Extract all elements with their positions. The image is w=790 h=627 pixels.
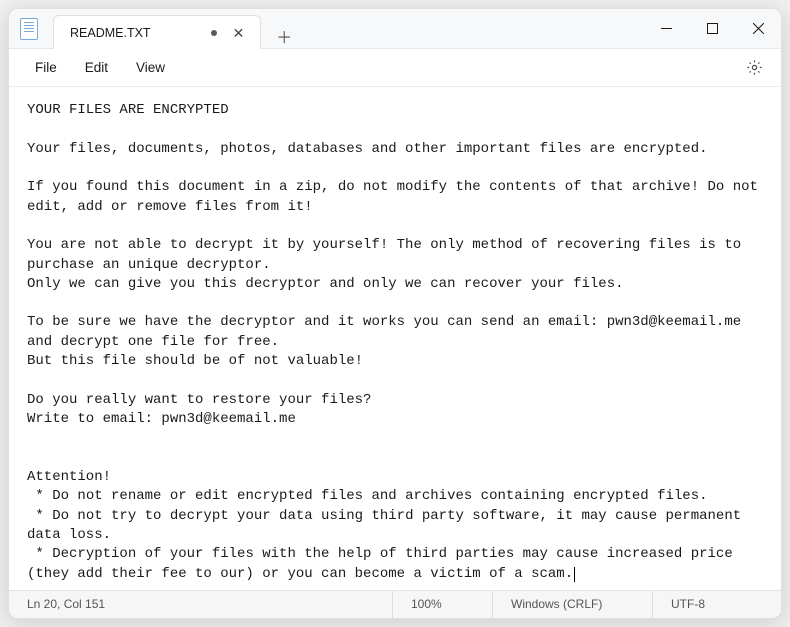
menu-file[interactable]: File [21, 54, 71, 81]
close-button[interactable] [735, 9, 781, 48]
text-editor[interactable]: YOUR FILES ARE ENCRYPTED Your files, doc… [9, 87, 781, 590]
title-bar: README.TXT ✕ ＋ [9, 9, 781, 49]
tab-title: README.TXT [70, 26, 151, 40]
new-tab-button[interactable]: ＋ [267, 24, 301, 48]
app-icon [9, 9, 49, 48]
status-zoom[interactable]: 100% [393, 591, 493, 618]
menu-bar: File Edit View [9, 49, 781, 87]
tab-readme[interactable]: README.TXT ✕ [53, 15, 261, 49]
maximize-button[interactable] [689, 9, 735, 48]
settings-button[interactable] [739, 59, 769, 76]
window-controls [643, 9, 781, 48]
menu-view[interactable]: View [122, 54, 179, 81]
tab-close-button[interactable]: ✕ [231, 24, 247, 42]
menu-edit[interactable]: Edit [71, 54, 122, 81]
gear-icon [746, 59, 763, 76]
minimize-button[interactable] [643, 9, 689, 48]
maximize-icon [707, 23, 718, 34]
status-encoding: UTF-8 [653, 591, 763, 618]
minimize-icon [661, 23, 672, 34]
status-position: Ln 20, Col 151 [27, 591, 393, 618]
status-bar: Ln 20, Col 151 100% Windows (CRLF) UTF-8 [9, 590, 781, 618]
close-icon [753, 23, 764, 34]
notepad-window: README.TXT ✕ ＋ File Edit View [8, 8, 782, 619]
status-eol: Windows (CRLF) [493, 591, 653, 618]
tab-meta: ✕ [211, 24, 247, 42]
modified-indicator-icon [211, 30, 217, 36]
notepad-icon [20, 18, 38, 40]
tab-strip: README.TXT ✕ ＋ [49, 9, 643, 48]
